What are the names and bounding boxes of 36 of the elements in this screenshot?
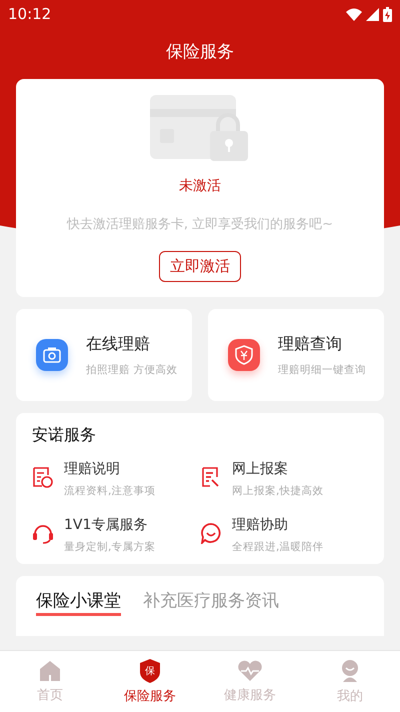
service-subtitle: 网上报案,快捷高效 [232, 484, 324, 498]
headset-icon [32, 522, 54, 544]
document-icon [32, 466, 54, 488]
signal-icon [366, 8, 379, 20]
wifi-icon [346, 8, 362, 20]
service-subtitle: 全程跟进,温暖陪伴 [232, 540, 324, 554]
battery-icon [383, 6, 392, 22]
home-icon [39, 660, 61, 682]
action-subtitle: 理赔明细一键查询 [278, 362, 366, 376]
heart-icon [237, 660, 263, 682]
action-title: 在线理赔 [86, 334, 151, 354]
service-subtitle: 流程资料,注意事项 [64, 484, 156, 498]
shield-shape-icon [139, 658, 161, 682]
service-title[interactable]: 理赔说明 [64, 460, 156, 478]
quick-action-card[interactable]: 在线理赔 拍照理赔 方便高效 [16, 309, 192, 401]
service-title[interactable]: 网上报案 [232, 460, 324, 478]
activate-button[interactable]: 立即激活 [159, 251, 241, 282]
card-state: 未激活 [179, 177, 221, 195]
service-title[interactable]: 1V1专属服务 [64, 516, 156, 534]
action-title: 理赔查询 [278, 334, 343, 354]
card-message: 快去激活理赔服务卡, 立即享受我们的服务吧~ [66, 216, 334, 233]
section-title: 安诺服务 [32, 425, 97, 446]
nav-item[interactable]: 保 保险服务 [100, 651, 200, 712]
badge-text: 保 [145, 664, 155, 678]
nav-label: 保险服务 [124, 688, 176, 704]
quick-action-card[interactable]: 理赔查询 理赔明细一键查询 [208, 309, 384, 401]
page-title: 保险服务 [166, 41, 234, 63]
nav-label: 首页 [37, 686, 63, 704]
chat-icon [200, 522, 222, 544]
person-icon [339, 658, 361, 682]
service-subtitle: 量身定制,专属方案 [64, 540, 156, 554]
service-title[interactable]: 理赔协助 [232, 516, 324, 534]
action-subtitle: 拍照理赔 方便高效 [86, 362, 178, 376]
nav-label: 健康服务 [224, 686, 276, 704]
status-time: 10:12 [8, 5, 52, 23]
nav-label: 我的 [337, 688, 363, 704]
